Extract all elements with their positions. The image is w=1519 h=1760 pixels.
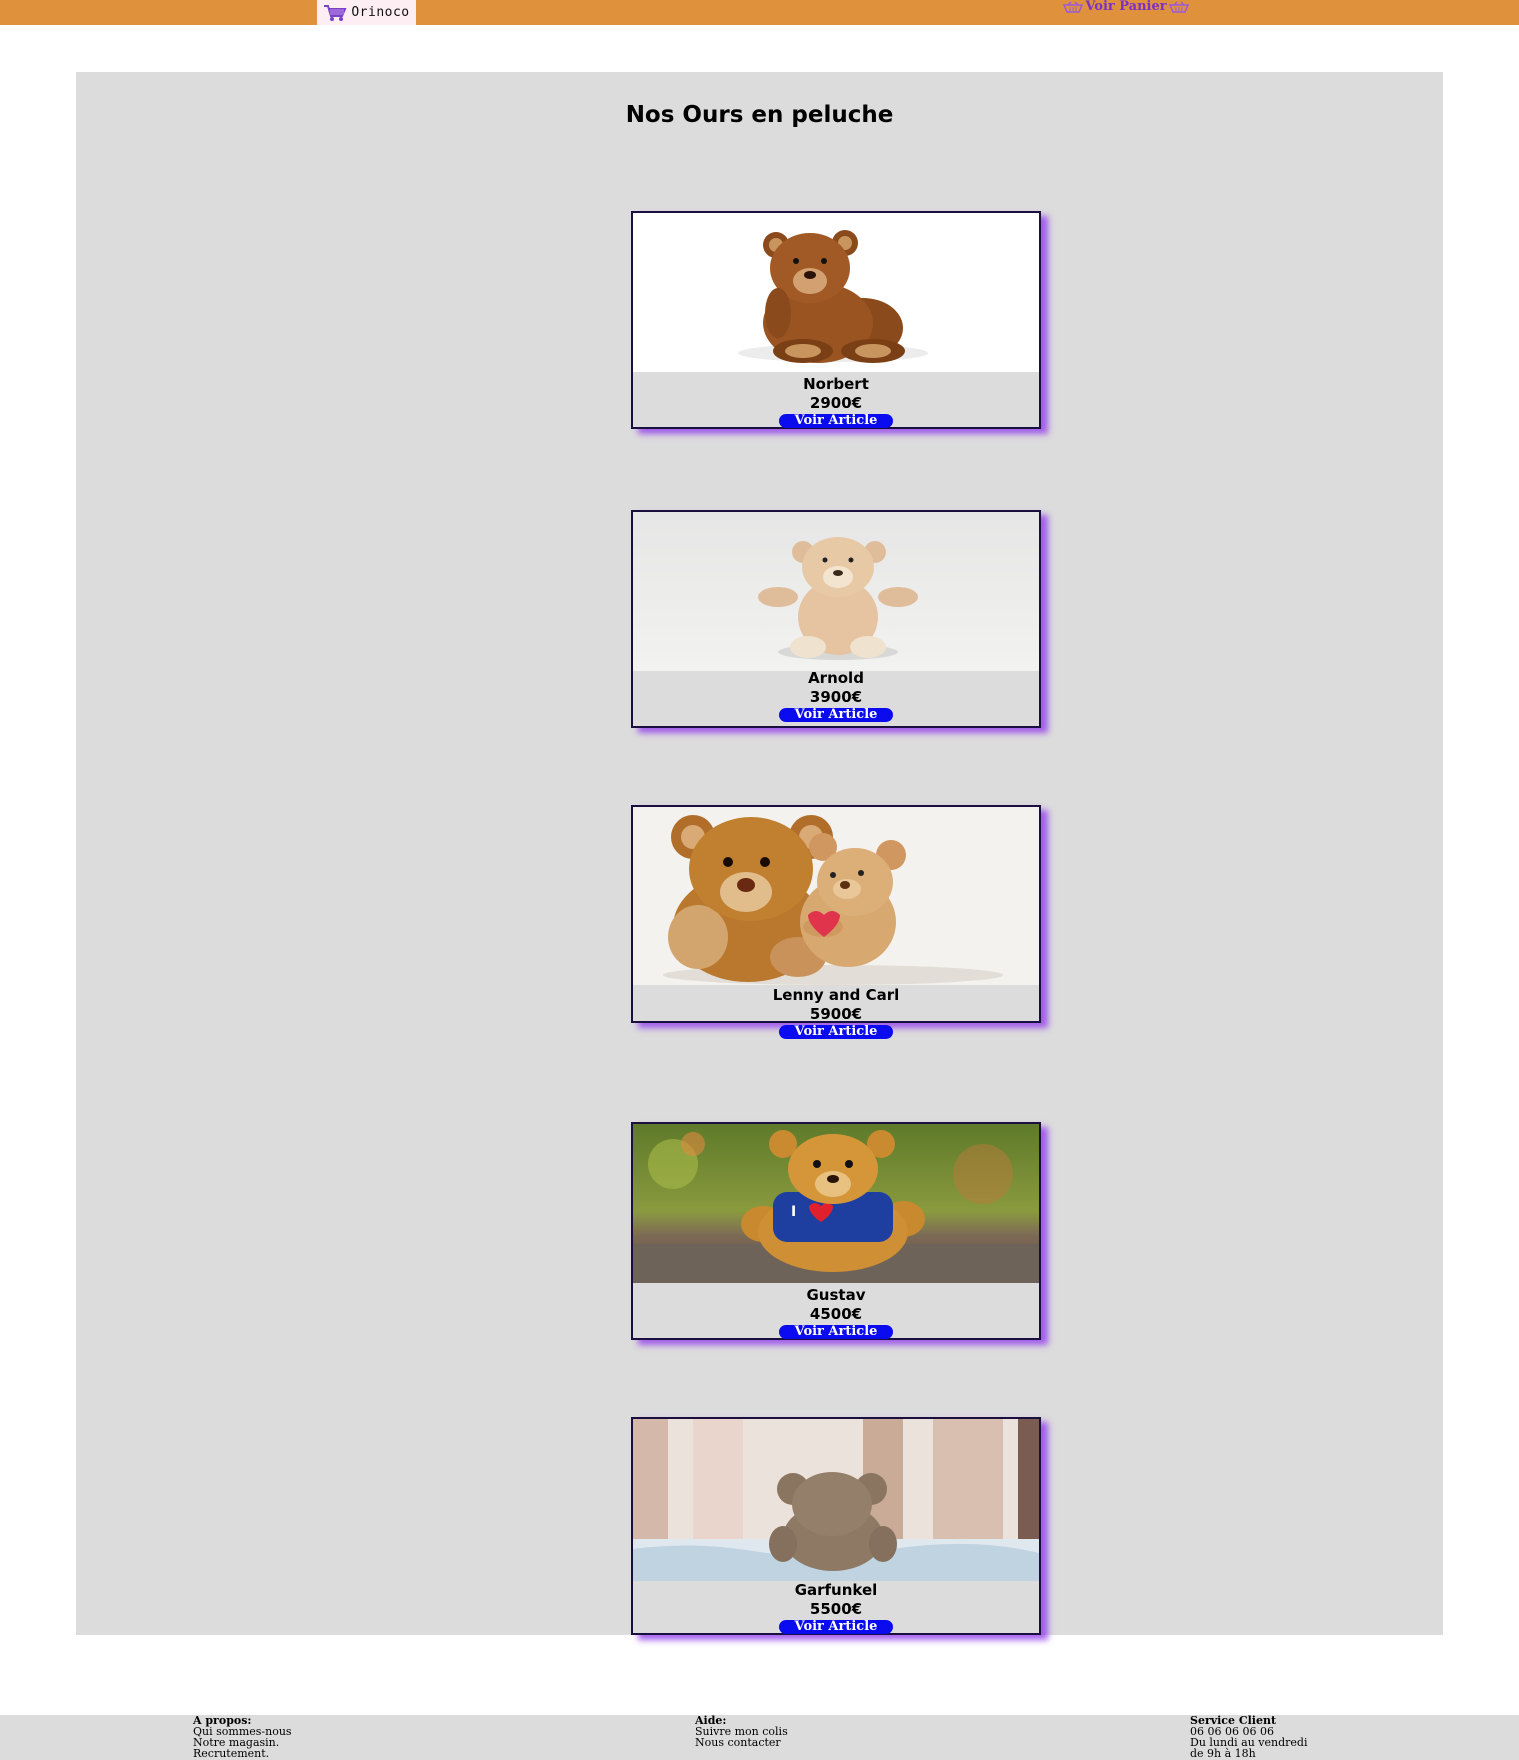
product-price: 2900€: [809, 394, 863, 412]
footer-about: A propos: Qui sommes-nous Notre magasin.…: [193, 1715, 292, 1759]
svg-text:I: I: [791, 1204, 796, 1220]
product-price: 5900€: [809, 1005, 863, 1023]
page-title: Nos Ours en peluche: [625, 102, 894, 128]
product-card: I Gustav 4500€ Voir Article: [631, 1122, 1041, 1340]
top-nav-bar: Orinoco Voir Panier: [0, 0, 1519, 25]
view-article-button[interactable]: Voir Article: [779, 1620, 893, 1634]
product-card: Garfunkel 5500€ Voir Article: [631, 1417, 1041, 1635]
product-card: Norbert 2900€ Voir Article: [631, 211, 1041, 429]
product-image[interactable]: [633, 1419, 1039, 1581]
product-image[interactable]: [633, 213, 1039, 372]
logo-link[interactable]: Orinoco: [317, 0, 416, 25]
product-image[interactable]: [633, 512, 1039, 671]
view-cart-label: Voir Panier: [1085, 0, 1167, 14]
product-name: Arnold: [808, 669, 864, 687]
logo-text: Orinoco: [351, 5, 410, 20]
basket-icon: [1168, 0, 1189, 13]
footer-customer-service: Service Client 06 06 06 06 06 Du lundi a…: [1190, 1715, 1307, 1759]
shopping-cart-icon: [324, 4, 347, 21]
product-list-section: Nos Ours en peluche Norbert 2900€ Voir A…: [76, 72, 1443, 1635]
view-article-button[interactable]: Voir Article: [779, 1325, 893, 1339]
product-image[interactable]: [633, 807, 1039, 985]
footer-link-contact[interactable]: Nous contacter: [695, 1737, 788, 1748]
view-cart-link[interactable]: Voir Panier: [1051, 0, 1201, 13]
basket-icon: [1063, 0, 1084, 13]
product-name: Garfunkel: [794, 1581, 878, 1599]
product-image[interactable]: I: [633, 1124, 1039, 1283]
product-name: Gustav: [806, 1286, 866, 1304]
view-article-button[interactable]: Voir Article: [779, 1025, 893, 1039]
product-name: Lenny and Carl: [772, 986, 900, 1004]
product-price: 5500€: [809, 1600, 863, 1618]
view-article-button[interactable]: Voir Article: [779, 414, 893, 428]
product-price: 4500€: [809, 1305, 863, 1323]
footer-service-hours: de 9h à 18h: [1190, 1747, 1256, 1760]
site-footer: A propos: Qui sommes-nous Notre magasin.…: [0, 1715, 1519, 1760]
product-name: Norbert: [803, 375, 869, 393]
view-article-button[interactable]: Voir Article: [779, 708, 893, 722]
product-card: Arnold 3900€ Voir Article: [631, 510, 1041, 728]
footer-help: Aide: Suivre mon colis Nous contacter: [695, 1715, 788, 1748]
footer-link-careers[interactable]: Recrutement.: [193, 1748, 292, 1759]
product-price: 3900€: [809, 688, 863, 706]
product-card: Lenny and Carl 5900€ Voir Article: [631, 805, 1041, 1039]
